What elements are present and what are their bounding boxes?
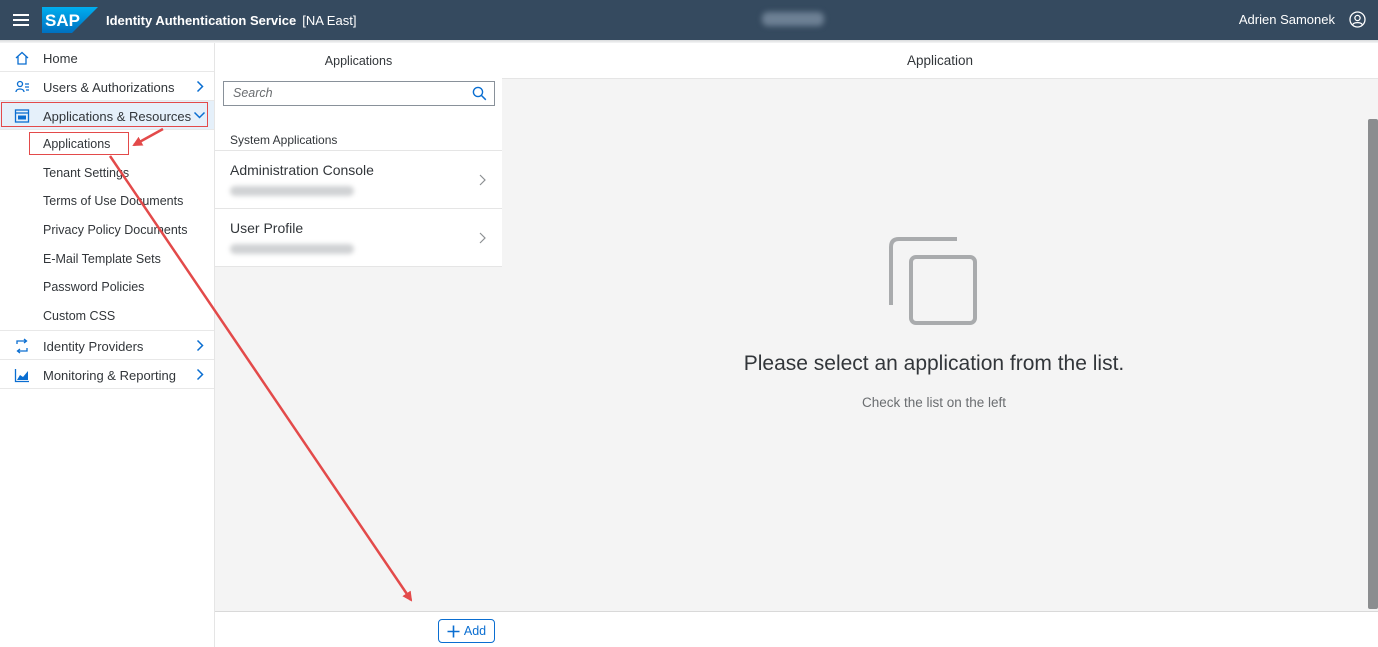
nav-sub-item-custom-css[interactable]: Custom CSS (0, 302, 214, 331)
nav-item-home[interactable]: Home (0, 43, 214, 72)
chevron-right-icon[interactable] (196, 339, 204, 352)
nav-item-identity-providers[interactable]: Identity Providers (0, 331, 214, 361)
master-header-title: Applications (215, 43, 502, 79)
product-title: Identity Authentication Service (106, 12, 297, 28)
documents-icon (889, 237, 977, 325)
nav-sub-item-tenant-settings[interactable]: Tenant Settings (0, 159, 214, 188)
blurred-subtitle (230, 186, 354, 196)
list-item-title: User Profile (230, 220, 304, 236)
user-name[interactable]: Adrien Samonek (1239, 12, 1335, 27)
nav-label: Users & Authorizations (43, 80, 175, 95)
sap-logo[interactable]: SAP (42, 7, 98, 33)
scrollbar-thumb[interactable] (1368, 119, 1378, 609)
list-item-administration-console[interactable]: Administration Console (215, 151, 502, 209)
chevron-right-icon[interactable] (196, 368, 204, 381)
users-icon (15, 80, 29, 93)
blurred-subtitle (230, 244, 354, 254)
chevron-right-icon (479, 232, 486, 244)
detail-scrollbar[interactable] (1366, 79, 1378, 611)
group-header-system-applications: System Applications (215, 115, 502, 151)
chevron-right-icon (479, 174, 486, 186)
home-icon (15, 51, 29, 65)
nav-label: Home (43, 51, 78, 66)
nav-sub-item-email-templates[interactable]: E-Mail Template Sets (0, 244, 214, 273)
annotation-highlight-applications (29, 132, 129, 155)
search-field[interactable] (223, 81, 495, 106)
user-avatar-icon[interactable] (1349, 11, 1366, 28)
nav-label: Monitoring & Reporting (43, 368, 176, 384)
identity-providers-icon (16, 338, 28, 354)
annotation-highlight-applications-resources (1, 102, 208, 127)
detail-panel: Please select an application from the li… (502, 79, 1366, 611)
add-button[interactable]: Add (438, 619, 495, 643)
plus-icon (447, 625, 460, 637)
nav-item-monitoring-reporting[interactable]: Monitoring & Reporting (0, 360, 214, 390)
blurred-tenant-id (762, 12, 824, 26)
monitoring-icon (14, 369, 29, 383)
list-item-title: Administration Console (230, 162, 374, 178)
add-button-label: Add (463, 624, 487, 638)
search-container (215, 79, 502, 115)
search-input[interactable] (224, 82, 464, 104)
tenant-label: [NA East] (302, 12, 357, 28)
list-item-user-profile[interactable]: User Profile (215, 209, 502, 267)
nav-sub-item-terms-of-use[interactable]: Terms of Use Documents (0, 187, 214, 216)
nav-sub-item-privacy-policy[interactable]: Privacy Policy Documents (0, 216, 214, 245)
shell-bar: SAP Identity Authentication Service [NA … (0, 0, 1378, 40)
empty-state-subtitle: Check the list on the left (861, 395, 1007, 410)
footer-toolbar: Add (215, 611, 1378, 647)
master-list-panel: Applications System Applications Adminis… (215, 43, 502, 611)
empty-state-title: Please select an application from the li… (743, 352, 1125, 375)
nav-label: Identity Providers (43, 339, 144, 355)
chevron-right-icon[interactable] (196, 80, 204, 93)
search-icon[interactable] (472, 86, 487, 101)
detail-header-title: Application (502, 43, 1378, 79)
nav-sub-item-password-policies[interactable]: Password Policies (0, 273, 214, 302)
nav-item-users-authorizations[interactable]: Users & Authorizations (0, 72, 214, 101)
menu-icon[interactable] (0, 0, 42, 40)
svg-text:SAP: SAP (45, 11, 80, 30)
